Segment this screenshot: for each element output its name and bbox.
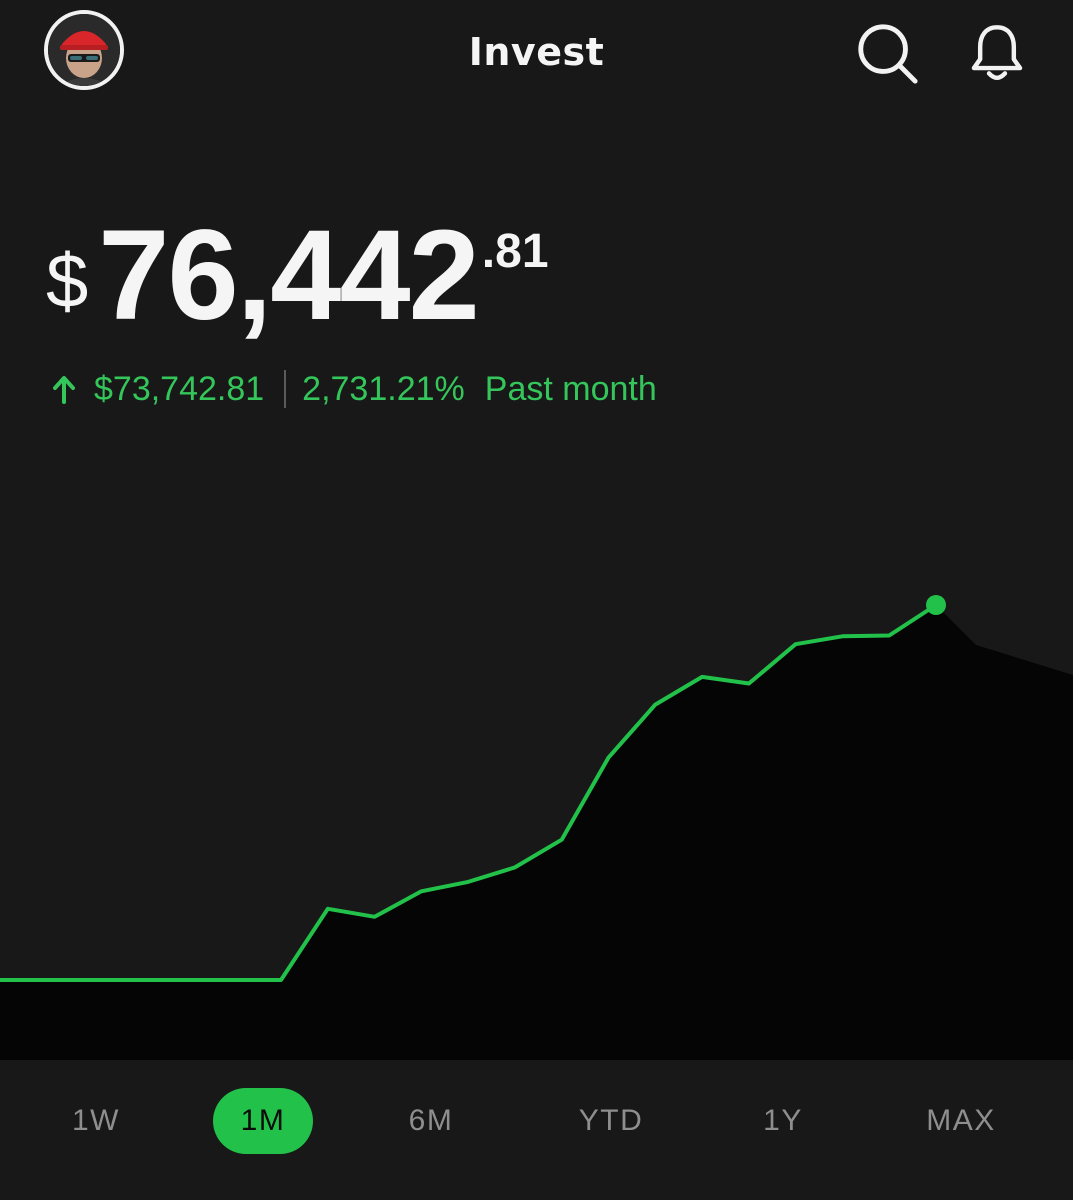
change-amount: $73,742.81: [94, 369, 265, 408]
chart-area-fill: [0, 605, 1073, 1060]
period-label: Past month: [484, 369, 657, 408]
arrow-up-icon: [53, 376, 75, 404]
performance-summary: $73,742.81 2,731.21% Past month: [50, 366, 657, 412]
value-cents: .81: [481, 225, 549, 278]
range-tab-1y[interactable]: 1Y: [738, 1088, 828, 1154]
value-whole: 76,442: [98, 204, 479, 347]
portfolio-chart[interactable]: [0, 540, 1073, 1060]
range-tab-ytd[interactable]: YTD: [556, 1088, 666, 1154]
invest-screen: Invest $ 76,442 .81 $73,742.81 2,731.21%…: [0, 0, 1073, 1200]
currency-symbol: $: [46, 239, 89, 324]
bell-icon[interactable]: [962, 18, 1032, 88]
divider: [284, 370, 287, 408]
search-icon[interactable]: [852, 18, 922, 88]
range-tab-max[interactable]: MAX: [901, 1088, 1021, 1154]
chart-end-marker: [926, 595, 946, 615]
change-percent: 2,731.21%: [302, 369, 465, 408]
range-tab-1m[interactable]: 1M: [213, 1088, 313, 1154]
range-tab-6m[interactable]: 6M: [381, 1088, 481, 1154]
range-selector: 1W 1M 6M YTD 1Y MAX: [0, 1088, 1073, 1158]
range-tab-1w[interactable]: 1W: [51, 1088, 141, 1154]
portfolio-value: $ 76,442 .81: [46, 212, 549, 352]
